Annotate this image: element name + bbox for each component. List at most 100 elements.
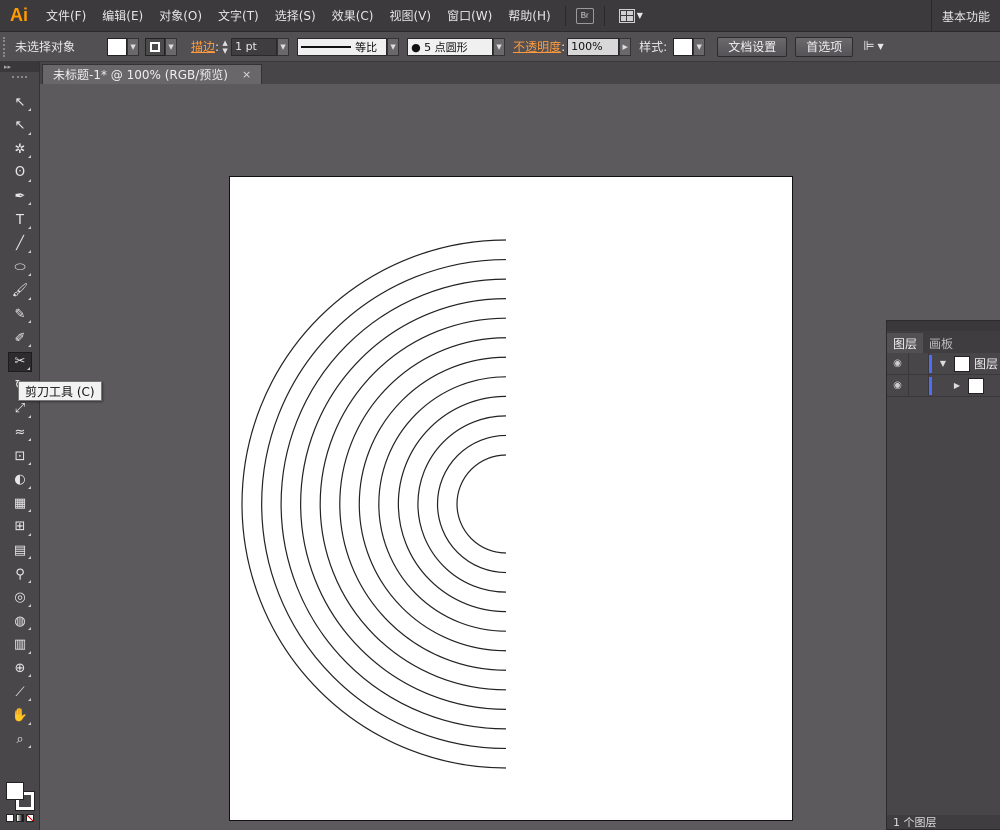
zoom-tool[interactable]: ⌕: [8, 729, 32, 749]
preferences-button[interactable]: 首选项: [795, 36, 854, 57]
app-logo: Ai: [10, 5, 28, 25]
artboard-tool[interactable]: ⊕: [8, 658, 32, 678]
layers-panel-header[interactable]: [887, 321, 1000, 331]
direct-selection-tool[interactable]: ↖: [8, 116, 32, 136]
tools-panel-header[interactable]: ▸▸: [0, 62, 39, 72]
semicircle-path[interactable]: [319, 317, 507, 691]
magic-wand-tool[interactable]: ✲: [8, 139, 32, 159]
menu-window[interactable]: 窗口(W): [439, 0, 500, 32]
menu-type[interactable]: 文字(T): [210, 0, 267, 32]
eye-icon[interactable]: ◉: [887, 374, 909, 397]
scale-tool[interactable]: ⤢: [8, 399, 32, 419]
flyout-indicator-icon: [28, 721, 31, 725]
lock-toggle[interactable]: [909, 374, 929, 397]
blob-brush-tool[interactable]: ✐: [8, 328, 32, 348]
align-options-button[interactable]: ⊫ ▼: [863, 39, 883, 54]
line-tool[interactable]: ╱: [8, 234, 32, 254]
free-transform-icon: ⊡: [14, 448, 26, 464]
lock-toggle[interactable]: [909, 352, 929, 375]
warp-tool[interactable]: ≈: [8, 422, 32, 442]
symbol-sprayer-tool[interactable]: ◍: [8, 611, 32, 631]
gradient-tool[interactable]: ▤: [8, 540, 32, 560]
type-tool[interactable]: T: [8, 210, 32, 230]
menu-edit[interactable]: 编辑(E): [94, 0, 151, 32]
graphic-style-swatch[interactable]: [673, 37, 694, 56]
stroke-profile-select[interactable]: 等比: [297, 37, 388, 56]
close-icon[interactable]: ×: [242, 68, 251, 81]
menu-help[interactable]: 帮助(H): [500, 0, 558, 32]
pen-tool[interactable]: ✒: [8, 186, 32, 206]
ellipse-tool[interactable]: ⬭: [8, 257, 32, 277]
stroke-weight-dropdown[interactable]: ▼: [277, 37, 290, 56]
pencil-tool[interactable]: ✎: [8, 304, 32, 324]
selection-tool[interactable]: ↖: [8, 92, 32, 112]
arrange-documents-button[interactable]: ▼: [618, 8, 643, 23]
tools-panel-grip[interactable]: [12, 76, 27, 84]
document-tab[interactable]: 未标题-1* @ 100% (RGB/预览) ×: [42, 64, 263, 84]
mesh-tool[interactable]: ⊞: [8, 517, 32, 537]
flyout-indicator-icon: [28, 249, 31, 253]
opacity-input[interactable]: 100%: [567, 37, 620, 56]
layer-name[interactable]: 图层: [974, 355, 998, 372]
hand-tool[interactable]: ✋: [8, 706, 32, 726]
flyout-indicator-icon: [28, 462, 31, 465]
eyedropper-icon: ⚲: [15, 566, 25, 582]
workspace-switcher[interactable]: 基本功能: [930, 0, 1000, 32]
free-transform-tool[interactable]: ⊡: [8, 446, 32, 466]
column-graph-tool[interactable]: ▥: [8, 635, 32, 655]
control-bar-grip[interactable]: [3, 36, 9, 57]
stroke-color-control[interactable]: ▼: [145, 37, 178, 56]
menu-file[interactable]: 文件(F): [38, 0, 94, 32]
paintbrush-icon: 🖌: [11, 283, 29, 299]
chevron-down-icon[interactable]: ▼: [693, 37, 706, 56]
menu-view[interactable]: 视图(V): [381, 0, 439, 32]
opacity-dropdown[interactable]: ▶: [619, 37, 632, 56]
eyedropper-tool[interactable]: ⚲: [8, 564, 32, 584]
fill-box[interactable]: [6, 782, 24, 800]
brush-select[interactable]: ● 5 点圆形: [407, 37, 494, 56]
stroke-label[interactable]: 描边: [191, 38, 215, 55]
semicircle-path[interactable]: [280, 278, 507, 730]
semicircle-path[interactable]: [261, 258, 507, 750]
layers-panel: 图层 画板 ◉ ▼ 图层 ◉ ▶ 1 个图层: [886, 320, 1000, 830]
chevron-down-icon[interactable]: ▼: [387, 37, 400, 56]
gradient-mode-button[interactable]: [16, 814, 24, 822]
color-mode-button[interactable]: [6, 814, 14, 822]
none-mode-button[interactable]: [26, 814, 34, 822]
stroke-weight-stepper[interactable]: ▲ ▼: [219, 38, 231, 56]
scissors-tool[interactable]: ✂: [8, 351, 32, 372]
fill-swatch: [107, 37, 128, 56]
disclosure-triangle-icon[interactable]: ▶: [950, 381, 964, 390]
tab-artboards[interactable]: 画板: [923, 333, 959, 353]
tab-layers[interactable]: 图层: [887, 333, 924, 353]
bridge-button[interactable]: Br: [575, 7, 594, 24]
chevron-down-icon[interactable]: ▼: [493, 37, 506, 56]
disclosure-triangle-icon[interactable]: ▼: [936, 359, 950, 368]
stroke-profile-label: 等比: [355, 40, 378, 54]
menu-object[interactable]: 对象(O): [151, 0, 210, 32]
artboard[interactable]: [229, 176, 793, 821]
sublayer-row[interactable]: ◉ ▶: [887, 374, 1000, 397]
perspective-grid-tool[interactable]: ▦: [8, 493, 32, 513]
layer-row[interactable]: ◉ ▼ 图层: [887, 352, 1000, 375]
eye-icon[interactable]: ◉: [887, 352, 909, 375]
fill-stroke-widget[interactable]: [4, 780, 36, 814]
stroke-weight-input[interactable]: 1 pt: [231, 37, 278, 56]
menu-select[interactable]: 选择(S): [267, 0, 324, 32]
slice-tool[interactable]: ⟋: [8, 682, 32, 702]
menu-bar: Ai 文件(F) 编辑(E) 对象(O) 文字(T) 选择(S) 效果(C) 视…: [0, 0, 1000, 32]
semicircle-path[interactable]: [456, 454, 507, 554]
document-setup-button[interactable]: 文档设置: [717, 36, 788, 57]
semicircle-path[interactable]: [358, 356, 507, 652]
menu-effect[interactable]: 效果(C): [324, 0, 382, 32]
semicircle-path[interactable]: [339, 337, 507, 671]
blend-tool[interactable]: ◎: [8, 588, 32, 608]
shape-builder-tool[interactable]: ◐: [8, 470, 32, 490]
semicircle-path[interactable]: [397, 395, 507, 613]
fill-color-control[interactable]: ▼: [107, 37, 140, 56]
semicircle-path[interactable]: [417, 415, 507, 593]
opacity-label[interactable]: 不透明度: [513, 38, 561, 55]
lasso-tool[interactable]: ʘ: [8, 163, 32, 183]
paintbrush-tool[interactable]: 🖌: [8, 281, 32, 301]
lasso-icon: ʘ: [14, 165, 26, 181]
